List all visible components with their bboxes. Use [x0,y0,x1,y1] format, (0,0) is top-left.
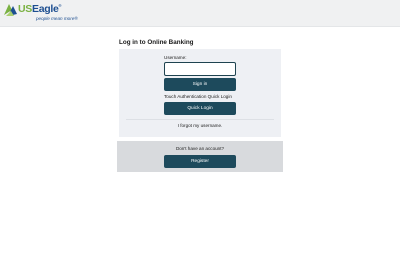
username-input[interactable] [164,62,236,76]
no-account-text: Don't have an account? [175,146,225,151]
page-title: Log in to Online Banking [119,39,194,46]
site-header: USEagle® people mean more® [0,0,400,27]
register-panel: Don't have an account? Register [117,141,283,172]
username-label: Username: [164,55,187,60]
sign-in-button[interactable]: Sign in [164,78,236,91]
login-panel: Username: Sign in Touch Authentication Q… [119,49,281,137]
useagle-logo[interactable]: USEagle® people mean more® [3,2,93,24]
logo-tagline: people mean more® [36,16,78,21]
divider [126,119,274,120]
quick-login-button[interactable]: Quick Login [164,102,236,115]
logo-wordmark: USEagle® [18,3,62,15]
touch-auth-label: Touch Authentication Quick Login [164,94,232,99]
logo-mark-icon [4,4,17,16]
register-button[interactable]: Register [164,155,236,168]
forgot-username-link[interactable]: I forgot my username. [119,123,281,128]
